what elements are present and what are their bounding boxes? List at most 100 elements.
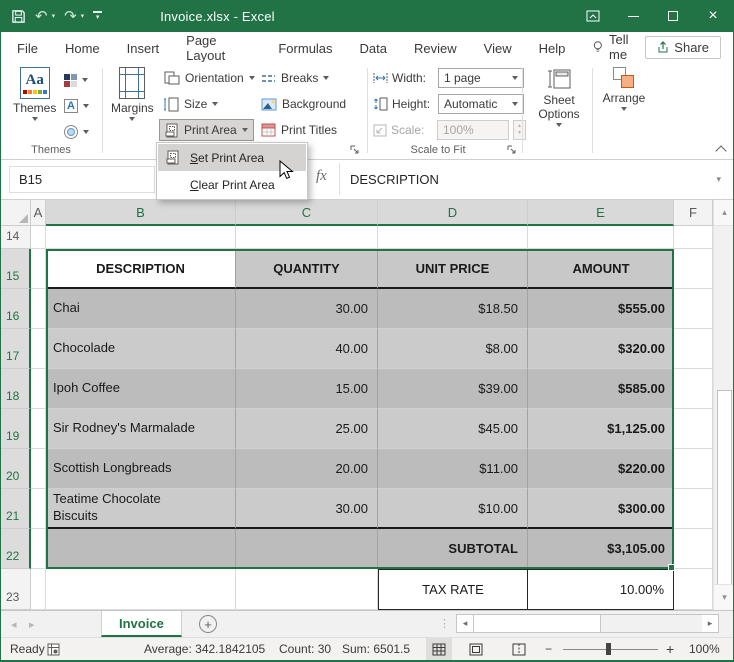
cell[interactable] xyxy=(674,489,713,529)
cell[interactable] xyxy=(236,569,378,610)
arrange-button[interactable]: Arrange xyxy=(599,67,649,111)
cell[interactable] xyxy=(31,449,46,489)
insert-function-icon[interactable]: fx xyxy=(316,168,327,185)
name-box[interactable]: B15 xyxy=(9,166,155,193)
cell[interactable] xyxy=(46,569,236,610)
zoom-in-button[interactable]: + xyxy=(666,638,674,660)
column-header-a[interactable]: A xyxy=(31,200,46,226)
cell-d16[interactable]: $18.50 xyxy=(378,289,528,329)
cell-e17[interactable]: $320.00 xyxy=(528,329,674,369)
print-titles-button[interactable]: Print Titles xyxy=(256,119,342,141)
redo-icon[interactable]: ↷ xyxy=(64,9,77,24)
theme-effects-button[interactable] xyxy=(59,121,94,143)
ribbon-display-options-icon[interactable] xyxy=(573,0,613,32)
maximize-button[interactable] xyxy=(653,0,693,32)
vertical-scrollbar[interactable]: ▴ ▾ xyxy=(713,200,734,610)
cell-c19[interactable]: 25.00 xyxy=(236,409,378,449)
expand-formula-bar-icon[interactable]: ▾ xyxy=(716,174,721,185)
sheet-tab-invoice[interactable]: Invoice xyxy=(101,611,182,637)
cell-c22[interactable] xyxy=(236,529,378,569)
share-button[interactable]: Share xyxy=(645,36,721,59)
cell-e19[interactable]: $1,125.00 xyxy=(528,409,674,449)
cell-b16[interactable]: Chai xyxy=(46,289,236,329)
vertical-scroll-thumb[interactable] xyxy=(717,390,732,590)
cell-e22-subtotal-value[interactable]: $3,105.00 xyxy=(528,529,674,569)
undo-icon[interactable]: ↶ xyxy=(35,9,48,24)
row-header-22[interactable]: 22 xyxy=(1,529,31,569)
cell-c20[interactable]: 20.00 xyxy=(236,449,378,489)
column-header-c[interactable]: C xyxy=(236,200,378,226)
page-break-preview-button[interactable] xyxy=(506,638,532,660)
row-header-21[interactable]: 21 xyxy=(1,489,31,529)
cell-b21[interactable]: Teatime Chocolate Biscuits xyxy=(46,489,236,529)
themes-button[interactable]: Aa Themes xyxy=(13,67,56,121)
cell-e23-tax-value[interactable]: 10.00% xyxy=(528,569,674,610)
tab-formulas[interactable]: Formulas xyxy=(278,34,332,61)
cell[interactable] xyxy=(528,226,674,249)
cell[interactable] xyxy=(31,369,46,409)
row-header-17[interactable]: 17 xyxy=(1,329,31,369)
save-icon[interactable] xyxy=(11,9,26,24)
tab-file[interactable]: File xyxy=(17,34,38,61)
cell-d19[interactable]: $45.00 xyxy=(378,409,528,449)
customize-quick-access-icon[interactable]: ▾ xyxy=(93,11,102,21)
cell[interactable] xyxy=(674,226,713,249)
width-select[interactable]: 1 page xyxy=(438,68,524,88)
cell-c17[interactable]: 40.00 xyxy=(236,329,378,369)
page-layout-view-button[interactable] xyxy=(463,638,489,660)
cell[interactable] xyxy=(674,249,713,289)
scale-to-fit-dialog-launcher-icon[interactable] xyxy=(507,145,517,155)
breaks-button[interactable]: Breaks xyxy=(256,67,334,89)
cell-c21[interactable]: 30.00 xyxy=(236,489,378,529)
cell-b15-active[interactable]: DESCRIPTION xyxy=(46,249,236,289)
cell-e21[interactable]: $300.00 xyxy=(528,489,674,529)
close-button[interactable]: × xyxy=(693,0,733,32)
row-header-18[interactable]: 18 xyxy=(1,369,31,409)
tab-view[interactable]: View xyxy=(484,34,512,61)
macro-record-icon[interactable] xyxy=(47,638,60,660)
collapse-ribbon-icon[interactable] xyxy=(715,145,726,156)
cell[interactable] xyxy=(378,226,528,249)
tab-insert[interactable]: Insert xyxy=(127,34,160,61)
cell-d20[interactable]: $11.00 xyxy=(378,449,528,489)
fill-handle[interactable] xyxy=(668,564,675,571)
cell-d17[interactable]: $8.00 xyxy=(378,329,528,369)
scroll-left-icon[interactable]: ◂ xyxy=(457,615,473,632)
cell[interactable] xyxy=(46,226,236,249)
cell[interactable] xyxy=(31,226,46,249)
cell-d21[interactable]: $10.00 xyxy=(378,489,528,529)
tab-home[interactable]: Home xyxy=(65,34,100,61)
cell-c15[interactable]: QUANTITY xyxy=(236,249,378,289)
page-setup-dialog-launcher-icon[interactable] xyxy=(350,145,360,155)
cell-b18[interactable]: Ipoh Coffee xyxy=(46,369,236,409)
cell-d23-tax-label[interactable]: TAX RATE xyxy=(378,569,528,610)
cell-e18[interactable]: $585.00 xyxy=(528,369,674,409)
tab-splitter-dots[interactable]: ⋮ xyxy=(439,617,450,630)
cell-b20[interactable]: Scottish Longbreads xyxy=(46,449,236,489)
row-header-15[interactable]: 15 xyxy=(1,249,31,289)
new-sheet-icon[interactable]: + xyxy=(199,615,217,633)
zoom-out-button[interactable]: − xyxy=(545,638,552,660)
cell-e20[interactable]: $220.00 xyxy=(528,449,674,489)
cell[interactable] xyxy=(674,289,713,329)
print-area-button[interactable]: Print Area xyxy=(159,119,254,141)
cell-b22[interactable] xyxy=(46,529,236,569)
sheet-nav-left-icon[interactable]: ◂ xyxy=(11,611,17,637)
cell[interactable] xyxy=(674,449,713,489)
row-header-19[interactable]: 19 xyxy=(1,409,31,449)
scroll-down-icon[interactable]: ▾ xyxy=(714,584,734,610)
cell[interactable] xyxy=(674,569,713,610)
cell-d22-subtotal-label[interactable]: SUBTOTAL xyxy=(378,529,528,569)
cell[interactable] xyxy=(31,249,46,289)
cell[interactable] xyxy=(674,329,713,369)
cell-c16[interactable]: 30.00 xyxy=(236,289,378,329)
row-header-23[interactable]: 23 xyxy=(1,569,31,610)
horizontal-scrollbar[interactable]: ◂ ▸ xyxy=(456,614,719,633)
tell-me-box[interactable]: Tell me xyxy=(593,32,645,62)
row-header-16[interactable]: 16 xyxy=(1,289,31,329)
cell[interactable] xyxy=(674,529,713,569)
horizontal-scroll-thumb[interactable] xyxy=(473,615,601,632)
cell[interactable] xyxy=(31,329,46,369)
minimize-button[interactable] xyxy=(613,0,653,32)
redo-dropdown-icon[interactable]: ▾ xyxy=(81,12,85,20)
